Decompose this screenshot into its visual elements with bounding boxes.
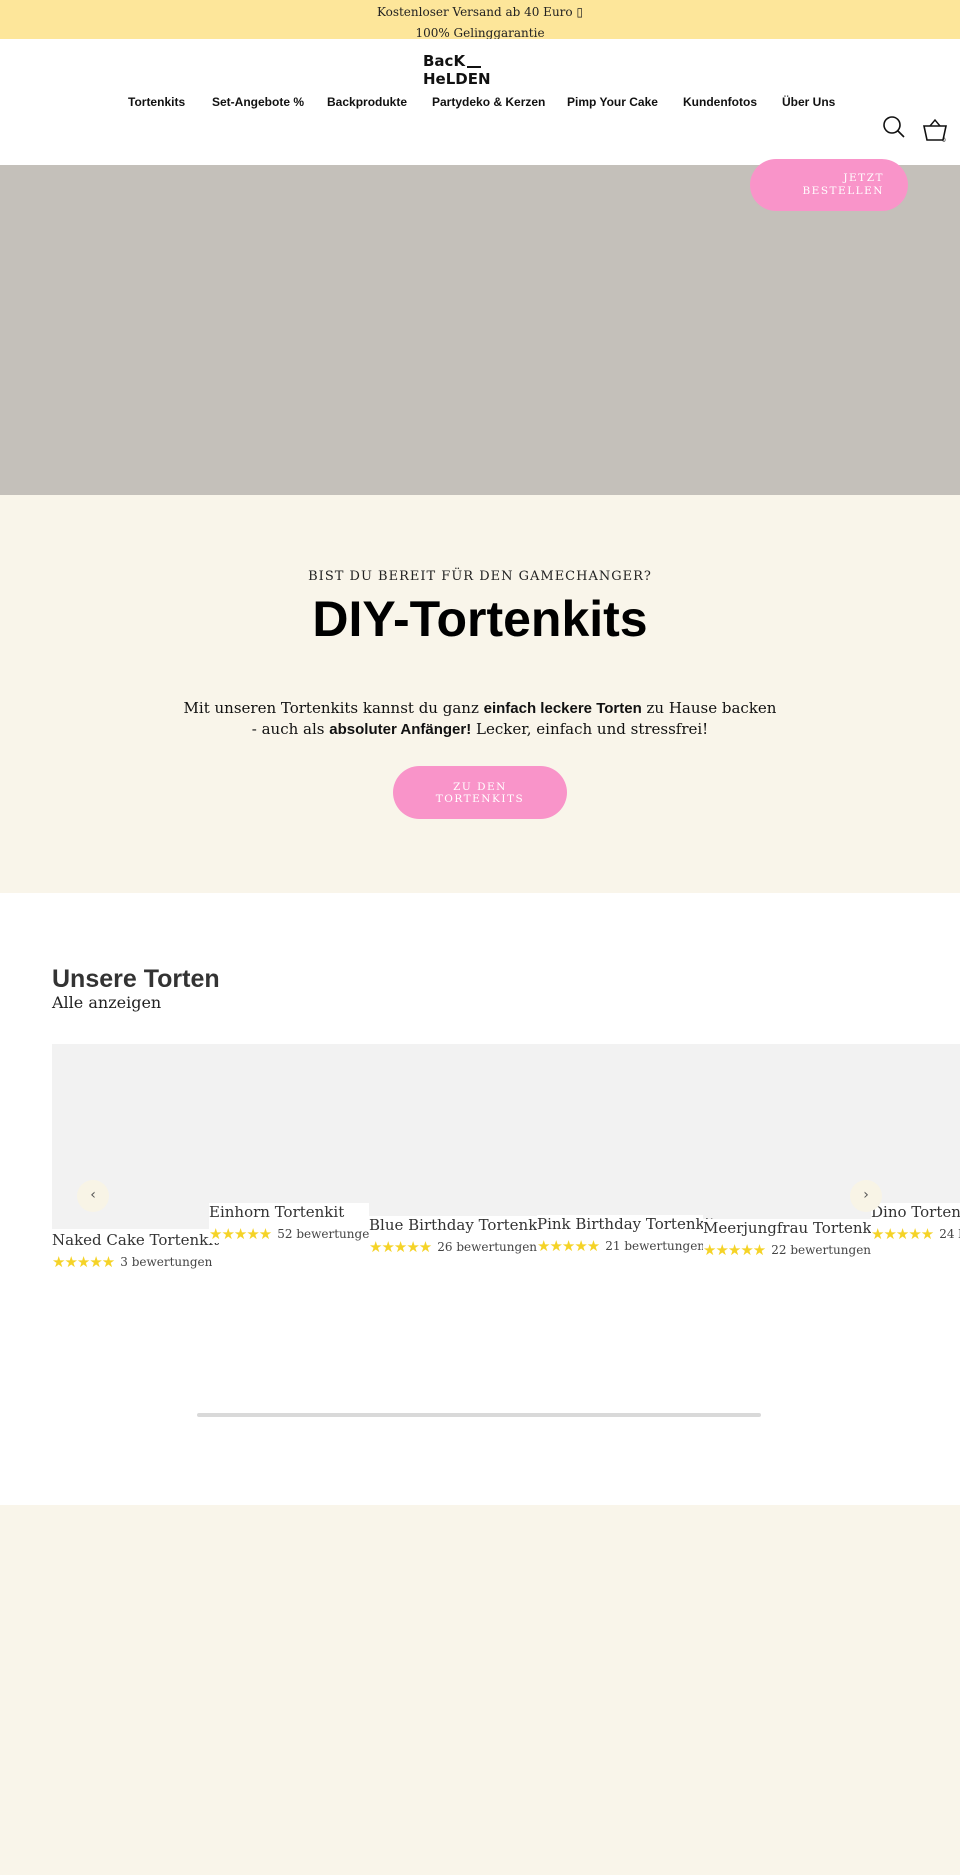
product-name[interactable]: Dino Tortenkit <box>871 1203 960 1221</box>
nav-kundenfotos[interactable]: Kundenfotos <box>683 95 757 109</box>
star-rating-icon: ★★★★★ <box>871 1225 934 1243</box>
footer-band <box>0 1505 960 1875</box>
review-count: 24 bewertungen <box>939 1227 960 1241</box>
product-rating: ★★★★★ 26 bewertungen <box>369 1238 537 1256</box>
product-card[interactable]: Blue Birthday Tortenkit ★★★★★ 26 bewertu… <box>369 1216 548 1256</box>
order-now-label-2: BESTELLEN <box>802 185 884 197</box>
product-card[interactable]: Naked Cake Tortenkit ★★★★★ 3 bewertungen <box>52 1231 219 1271</box>
review-count: 22 bewertungen <box>771 1243 872 1257</box>
product-name[interactable]: Naked Cake Tortenkit <box>52 1231 219 1249</box>
intro-title: DIY-Tortenkits <box>312 591 648 647</box>
nav-backprodukte[interactable]: Backprodukte <box>327 95 407 109</box>
carousel-prev-button[interactable]: ‹ <box>77 1180 109 1212</box>
review-count: 3 bewertungen <box>120 1255 213 1269</box>
nav-partydeko[interactable]: Partydeko & Kerzen <box>432 95 545 109</box>
chevron-right-icon: › <box>863 1187 869 1203</box>
product-card[interactable]: Einhorn Tortenkit ★★★★★ 52 bewertungen <box>209 1203 377 1243</box>
star-rating-icon: ★★★★★ <box>369 1238 432 1256</box>
nav-pimp-your-cake[interactable]: Pimp Your Cake <box>567 95 658 109</box>
intro-bold-2: absoluter Anfänger! <box>329 721 472 738</box>
star-rating-icon: ★★★★★ <box>52 1253 115 1271</box>
announcement-bar: Kostenloser Versand ab 40 Euro ▯ 100% Ge… <box>0 0 960 40</box>
star-rating-icon: ★★★★★ <box>703 1241 766 1259</box>
review-count: 26 bewertungen <box>437 1240 538 1254</box>
product-card[interactable]: Dino Tortenkit ★★★★★ 24 bewertungen <box>871 1203 960 1243</box>
basket-icon: 0 <box>923 118 947 144</box>
nav-ueber-uns[interactable]: Über Uns <box>782 95 835 109</box>
site-header: BacK HeLDEN Tortenkits Set-Angebote % Ba… <box>0 39 960 165</box>
intro-eyebrow: BIST DU BEREIT FÜR DEN GAMECHANGER? <box>308 569 652 584</box>
review-count: 21 bewertungen <box>605 1239 706 1253</box>
announcement-guarantee: 100% Gelinggarantie <box>415 26 545 40</box>
products-section: Unsere Torten Alle anzeigen Naked Cake T… <box>0 893 960 1505</box>
to-tortenkits-button[interactable]: ZU DEN TORTENKITS <box>393 766 567 819</box>
order-now-button[interactable]: JETZT BESTELLEN <box>750 159 908 211</box>
product-name[interactable]: Meerjungfrau Tortenkit <box>703 1219 882 1237</box>
order-now-label-1: JETZT <box>843 172 884 184</box>
logo-icon: BacK HeLDEN <box>423 52 491 88</box>
intro-section: BIST DU BEREIT FÜR DEN GAMECHANGER? DIY-… <box>0 495 960 893</box>
intro-text-1: Mit unseren Tortenkits kannst du ganz <box>183 699 484 717</box>
announcement-shipping: Kostenloser Versand ab 40 Euro ▯ <box>376 5 584 19</box>
cart-count: 0 <box>942 137 946 143</box>
carousel-scrollbar[interactable] <box>197 1413 761 1417</box>
product-carousel <box>52 1044 960 1229</box>
review-count: 52 bewertungen <box>277 1227 378 1241</box>
intro-bold-1: einfach leckere Torten <box>483 700 642 717</box>
svg-text:HeLDEN: HeLDEN <box>423 70 491 87</box>
product-card[interactable]: Meerjungfrau Tortenkit ★★★★★ 22 bewertun… <box>703 1219 882 1259</box>
product-rating: ★★★★★ 24 bewertungen <box>871 1225 960 1243</box>
star-rating-icon: ★★★★★ <box>537 1237 600 1255</box>
to-tortenkits-label-1: ZU DEN <box>453 781 507 793</box>
logo[interactable]: BacK HeLDEN <box>421 51 495 88</box>
nav-tortenkits[interactable]: Tortenkits <box>128 95 185 109</box>
hero-banner: JETZT BESTELLEN <box>0 159 960 495</box>
main-nav: Tortenkits Set-Angebote % Backprodukte P… <box>0 95 960 115</box>
chevron-left-icon: ‹ <box>90 1187 96 1203</box>
search-icon <box>883 116 905 138</box>
cart-button[interactable]: 0 <box>922 117 948 144</box>
product-rating: ★★★★★ 22 bewertungen <box>703 1241 871 1259</box>
nav-set-angebote[interactable]: Set-Angebote % <box>212 95 304 109</box>
product-name[interactable]: Pink Birthday Tortenkit <box>537 1215 715 1233</box>
product-rating: ★★★★★ 3 bewertungen <box>52 1253 213 1271</box>
view-all-link[interactable]: Alle anzeigen <box>52 993 161 1012</box>
carousel-next-button[interactable]: › <box>850 1180 882 1212</box>
products-heading: Unsere Torten <box>52 965 220 993</box>
product-rating: ★★★★★ 52 bewertungen <box>209 1225 377 1243</box>
search-button[interactable] <box>882 115 906 139</box>
product-rating: ★★★★★ 21 bewertungen <box>537 1237 706 1255</box>
star-rating-icon: ★★★★★ <box>209 1225 272 1243</box>
product-card[interactable]: Pink Birthday Tortenkit ★★★★★ 21 bewertu… <box>537 1215 715 1255</box>
svg-text:BacK: BacK <box>423 52 466 70</box>
to-tortenkits-label-2: TORTENKITS <box>435 793 525 805</box>
product-name[interactable]: Einhorn Tortenkit <box>209 1203 369 1221</box>
intro-paragraph: Mit unseren Tortenkits kannst du ganz ei… <box>180 698 780 740</box>
product-name[interactable]: Blue Birthday Tortenkit <box>369 1216 548 1234</box>
intro-text-3: Lecker, einfach und stressfrei! <box>471 720 709 738</box>
